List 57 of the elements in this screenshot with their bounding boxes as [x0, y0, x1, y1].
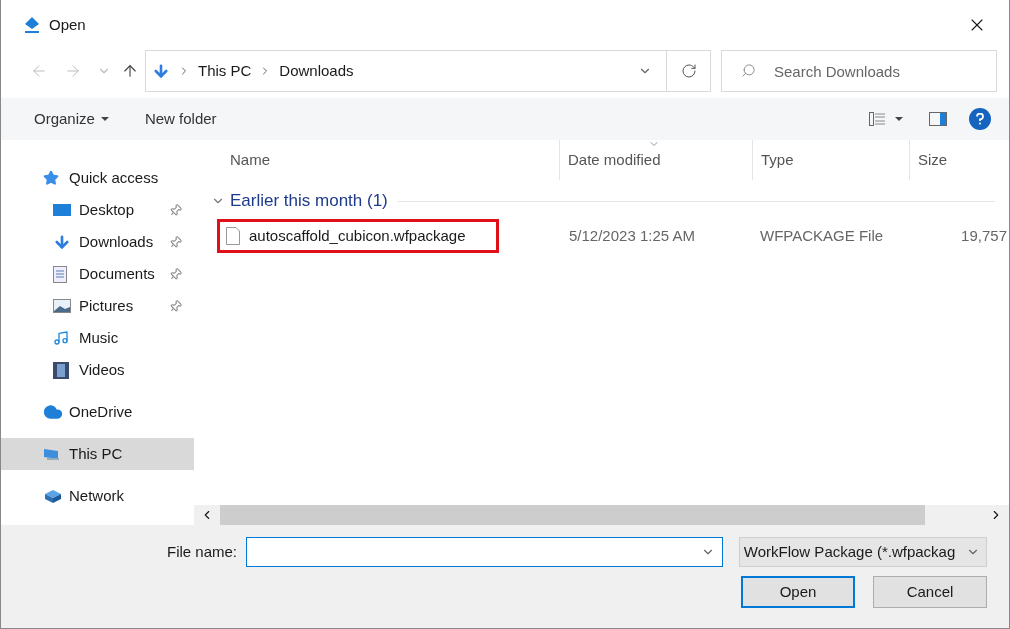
group-header[interactable]: Earlier this month (1) [230, 188, 388, 214]
monitor-icon [53, 203, 71, 217]
file-name-label: File name: [167, 541, 239, 562]
help-button[interactable] [969, 108, 991, 130]
network-icon [43, 488, 63, 504]
refresh-icon [680, 63, 697, 79]
horizontal-scrollbar-thumb[interactable] [220, 505, 925, 525]
nav-item[interactable]: Desktop [1, 194, 194, 226]
nav-item[interactable]: Network [1, 480, 194, 512]
nav-item[interactable]: Downloads [1, 226, 194, 258]
question-mark-icon [976, 113, 984, 125]
nav-item[interactable]: This PC [1, 438, 194, 470]
caret-icon [100, 117, 109, 121]
computer-icon [43, 447, 61, 461]
file-icon [226, 227, 240, 245]
toolbar-button[interactable]: Organize [34, 107, 109, 131]
file-name: autoscaffold_cubicon.wfpackage [249, 225, 466, 246]
search-field[interactable]: Search Downloads [721, 50, 997, 92]
download-arrow-icon [152, 62, 170, 80]
date-cell-text: 5/12/2023 1:25 AM [568, 225, 696, 246]
download-arrow-icon [53, 233, 71, 251]
column-header[interactable]: Name [222, 140, 559, 180]
preview-pane-button[interactable] [929, 112, 947, 126]
preview-pane-icon [929, 112, 947, 126]
column-header[interactable]: Date modified [559, 140, 752, 180]
window-title: Open [49, 14, 86, 35]
nav-item[interactable]: OneDrive [1, 396, 194, 428]
nav-item[interactable]: Documents [1, 258, 194, 290]
nav-item[interactable]: Quick access [1, 162, 194, 194]
file-row[interactable]: autoscaffold_cubicon.wfpackage 5/12/2023 1:25 AM WFPACKAGE File 19,757 [208, 218, 1009, 254]
caret-icon [895, 117, 903, 121]
file-name-field[interactable] [246, 537, 723, 567]
app-icon [23, 16, 41, 34]
nav-item[interactable]: Videos [1, 354, 194, 386]
search-icon [741, 63, 756, 78]
cancel-button[interactable]: Cancel [873, 576, 987, 608]
music-note-icon [53, 330, 69, 346]
open-button[interactable]: Open [741, 576, 855, 608]
star-icon [43, 170, 59, 186]
column-header[interactable]: Type [752, 140, 909, 180]
arrow-right-icon [64, 62, 82, 80]
nav-item[interactable]: Pictures [1, 290, 194, 322]
type-cell-text: WFPACKAGE File [759, 225, 885, 246]
toolbar-button[interactable]: New folder [144, 107, 217, 131]
breadcrumb-item[interactable]: This PC [198, 59, 252, 83]
picture-icon [53, 299, 71, 313]
size-cell-text: 19,757 [960, 225, 1008, 246]
cloud-icon [43, 402, 63, 422]
nav-item[interactable]: Music [1, 322, 194, 354]
file-type-dropdown[interactable]: WorkFlow Package (*.wfpackag [738, 537, 987, 567]
address-bar[interactable]: This PC Downloads [145, 50, 711, 92]
view-options-button[interactable] [869, 112, 903, 126]
column-header[interactable]: Size [909, 140, 1009, 180]
breadcrumb-item[interactable]: Downloads [279, 59, 354, 83]
film-icon [53, 361, 69, 379]
details-view-icon [869, 112, 885, 126]
document-icon [53, 265, 67, 283]
